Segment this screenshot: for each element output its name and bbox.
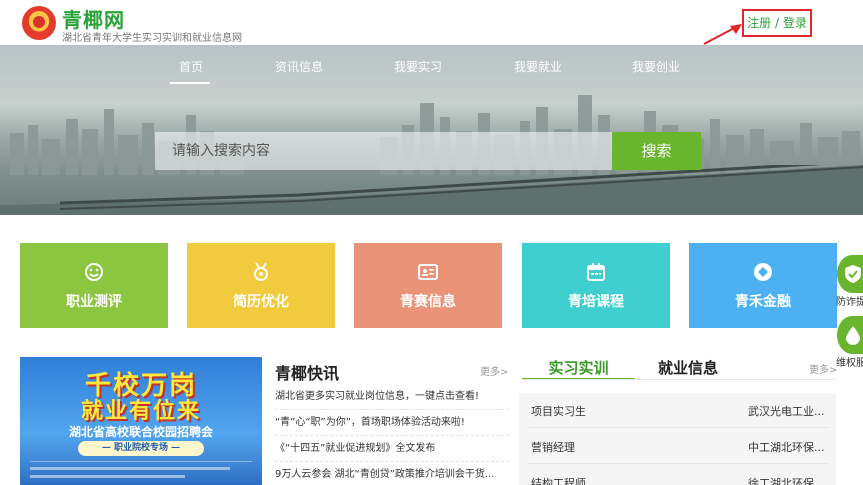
promo-fine-print: [30, 461, 252, 481]
job-row[interactable]: 结构工程师 徐工湖北环保...: [519, 465, 836, 485]
calendar-icon: [587, 263, 605, 281]
job-company: 中工湖北环保...: [748, 441, 825, 454]
search-box: [155, 132, 612, 170]
jobs-more-link[interactable]: 更多>: [809, 361, 837, 376]
anti-fraud-float-button[interactable]: [837, 255, 863, 293]
id-card-icon: [418, 264, 438, 280]
diamond-icon: [754, 263, 772, 281]
news-more-link[interactable]: 更多>: [480, 363, 508, 378]
site-subtitle: 湖北省青年大学生实习实训和就业信息网: [62, 33, 242, 44]
rights-protection-float-button[interactable]: [837, 316, 863, 354]
smiley-icon: [85, 263, 103, 281]
shield-check-icon: [845, 265, 861, 283]
job-title: 结构工程师: [531, 477, 586, 485]
nav-item-employment[interactable]: 我要就业: [514, 58, 562, 75]
tile-label: 职业测评: [66, 294, 122, 310]
tab-internship[interactable]: 实习实训: [522, 357, 635, 380]
site-header: 青椰网 湖北省青年大学生实习实训和就业信息网 注册 / 登录: [0, 0, 863, 45]
news-section-title: 青椰快讯: [275, 364, 340, 383]
tile-label: 简历优化: [233, 294, 289, 310]
tab-employment-info[interactable]: 就业信息: [658, 357, 718, 378]
tile-career-assessment[interactable]: 职业测评: [20, 243, 168, 328]
promo-tag: — 职业院校专场 —: [78, 441, 204, 456]
nav-item-startup[interactable]: 我要创业: [632, 58, 680, 75]
medal-icon: [254, 262, 268, 281]
tab-divider: [522, 379, 836, 380]
job-fair-promo-image[interactable]: 千校万岗 就业有位来 湖北省高校联合校园招聘会 — 职业院校专场 —: [20, 357, 262, 485]
nav-active-indicator: [170, 82, 210, 84]
row-divider: [527, 463, 828, 464]
water-drop-icon: [846, 326, 860, 345]
bridge-image: [0, 165, 863, 215]
row-divider: [527, 427, 828, 428]
job-list: 项目实习生 武汉光电工业... 营销经理 中工湖北环保... 结构工程师 徐工湖…: [519, 393, 836, 485]
tile-label: 青赛信息: [400, 294, 456, 310]
register-login-button[interactable]: 注册 / 登录: [742, 9, 812, 37]
nav-item-internship[interactable]: 我要实习: [394, 58, 442, 75]
rights-protection-label: 维权服: [836, 358, 863, 369]
search-input[interactable]: [155, 132, 612, 170]
tile-label: 青培课程: [568, 294, 624, 310]
tile-label: 青禾金融: [735, 294, 791, 310]
promo-event-name: 湖北省高校联合校园招聘会: [68, 425, 213, 439]
job-company: 武汉光电工业...: [748, 405, 825, 418]
job-title: 项目实习生: [531, 405, 586, 418]
hero-banner: 首页 资讯信息 我要实习 我要就业 我要创业 搜索: [0, 45, 863, 215]
news-item[interactable]: 《“十四五”就业促进规划》全文发布: [275, 436, 509, 462]
tile-competition-info[interactable]: 青赛信息: [354, 243, 502, 328]
tile-training-courses[interactable]: 青培课程: [522, 243, 670, 328]
tile-finance[interactable]: 青禾金融: [689, 243, 837, 328]
search-button[interactable]: 搜索: [612, 132, 701, 170]
nav-item-home[interactable]: 首页: [179, 58, 203, 75]
news-list: 湖北省更多实习就业岗位信息，一键点击查看! “青”心“职”为你”，首场职场体验活…: [275, 384, 509, 485]
anti-fraud-label: 防诈提: [836, 297, 863, 308]
job-row[interactable]: 营销经理 中工湖北环保...: [519, 429, 836, 464]
news-item[interactable]: 湖北省更多实习就业岗位信息，一键点击查看!: [275, 384, 509, 410]
job-title: 营销经理: [531, 441, 575, 454]
news-item[interactable]: “青”心“职”为你”，首场职场体验活动来啦!: [275, 410, 509, 436]
youth-league-emblem-icon[interactable]: [22, 6, 56, 40]
promo-subheadline: 就业有位来: [80, 399, 201, 424]
main-nav: 首页 资讯信息 我要实习 我要就业 我要创业: [0, 45, 863, 85]
job-company: 徐工湖北环保...: [748, 477, 825, 485]
news-item[interactable]: 9万人云参会 湖北“青创贷”政策推介培训会干货...: [275, 462, 509, 485]
tile-resume-optimization[interactable]: 简历优化: [187, 243, 335, 328]
job-row[interactable]: 项目实习生 武汉光电工业...: [519, 393, 836, 428]
nav-item-news[interactable]: 资讯信息: [275, 58, 323, 75]
